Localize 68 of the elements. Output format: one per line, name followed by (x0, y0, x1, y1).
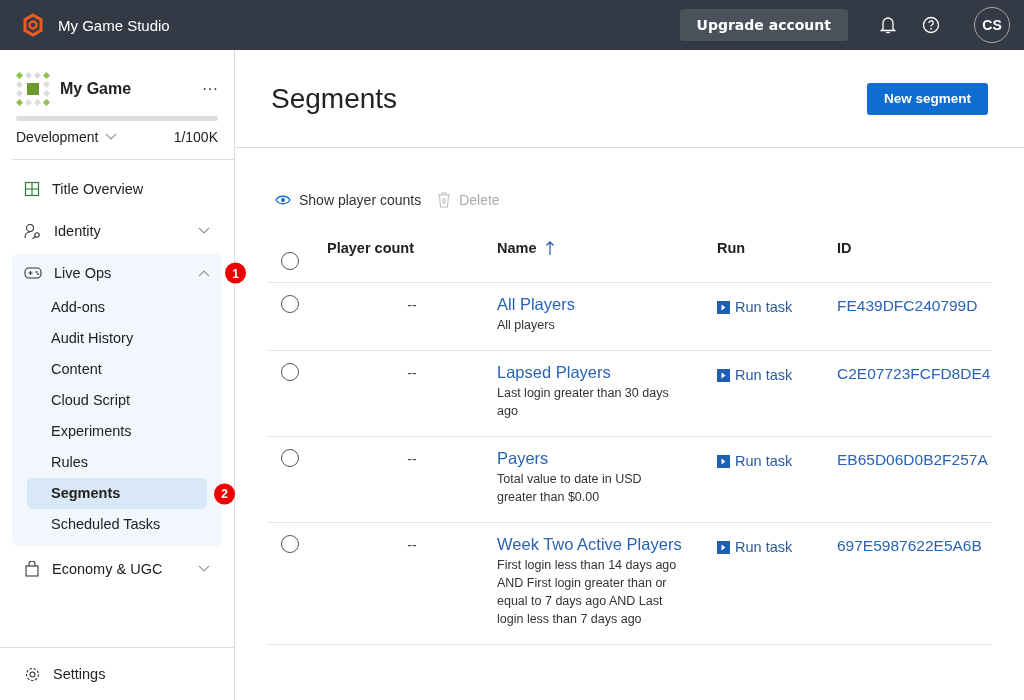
trash-icon (437, 192, 452, 208)
page-title: Segments (271, 82, 398, 115)
chevron-down-icon (198, 565, 210, 573)
nav-subitem[interactable]: Scheduled Tasks (27, 509, 207, 540)
sort-up-arrow-icon[interactable] (544, 240, 555, 256)
column-header[interactable]: Name (497, 240, 555, 256)
settings-label: Settings (53, 666, 106, 682)
grid-icon (24, 181, 40, 197)
run-task-button[interactable]: Run task (717, 299, 793, 315)
marker-badge: 2 (214, 483, 235, 504)
more-button[interactable]: ··· (202, 80, 218, 98)
nav-subitem[interactable]: Audit History (27, 323, 207, 354)
settings-item[interactable]: Settings (0, 647, 234, 700)
nav-item[interactable]: Economy & UGC (12, 550, 222, 588)
gear-icon (24, 665, 41, 683)
new-segment-button[interactable]: New segment (866, 82, 988, 115)
segment-description: Last login greater than 30 days ago (497, 385, 670, 420)
environment-dropdown[interactable]: Development (16, 129, 174, 145)
segment-description: All players (497, 317, 556, 334)
nav-subitem[interactable]: Rules (27, 447, 207, 478)
segment-description: Total value to date in USD greater than $0.00 (497, 471, 643, 506)
run-task-button[interactable]: Run task (717, 367, 793, 383)
studio-name: My Game Studio (58, 16, 171, 34)
hexagon-logo-icon (22, 13, 44, 37)
person-key-icon (24, 223, 42, 239)
upgrade-account-button[interactable]: Upgrade account (679, 9, 848, 41)
marker-badge: 1 (225, 262, 246, 284)
game-name: My Game (60, 80, 133, 98)
usage-count: 1/100K (173, 129, 218, 145)
player-count-cell: -- (407, 365, 417, 381)
nav-item[interactable]: Live Ops (12, 254, 222, 292)
segment-name-link[interactable]: Payers (497, 449, 717, 468)
game-logo-icon (16, 72, 50, 106)
play-icon (717, 300, 730, 314)
nav-item[interactable]: Identity (12, 212, 222, 250)
nav-subitem[interactable]: Experiments (27, 416, 207, 447)
nav-subitem[interactable]: Cloud Script (27, 385, 207, 416)
play-icon (717, 540, 730, 554)
toolbar-button[interactable]: Show player counts (275, 192, 422, 208)
chevron-up-icon (198, 269, 210, 277)
chevron-down-icon (104, 133, 117, 141)
bell-icon[interactable] (880, 16, 896, 34)
column-header[interactable]: ID (837, 240, 852, 256)
gamepad-icon (24, 266, 42, 280)
run-task-button[interactable]: Run task (717, 453, 793, 469)
segment-description: First login less than 14 days ago AND First login greater than or equal to 7 days ago AND Last login less than 7 days ago (497, 557, 678, 628)
player-count-cell: -- (407, 451, 417, 467)
nav-item[interactable]: Title Overview (12, 170, 222, 208)
bag-icon (24, 561, 40, 577)
segment-id-link[interactable]: 697E5987622E5A6B (837, 537, 992, 555)
segment-name-link[interactable]: Lapsed Players (497, 363, 717, 382)
play-icon (717, 454, 730, 468)
nav-subitem[interactable]: Add-ons (27, 292, 207, 323)
nav-subitem[interactable]: Content (27, 354, 207, 385)
run-task-button[interactable]: Run task (717, 539, 793, 555)
column-header[interactable]: Player count (327, 240, 415, 256)
chevron-down-icon (198, 227, 210, 235)
player-count-cell: -- (407, 297, 417, 313)
segment-name-link[interactable]: Week Two Active Players (497, 535, 717, 554)
segment-name-link[interactable]: All Players (497, 295, 717, 314)
help-icon[interactable] (922, 16, 940, 34)
player-count-cell: -- (407, 537, 417, 553)
segment-id-link[interactable]: FE439DFC240799D (837, 297, 992, 315)
column-header[interactable]: Run (717, 240, 746, 256)
segment-id-link[interactable]: EB65D06D0B2F257A (837, 451, 992, 469)
segment-id-link[interactable]: C2E07723FCFD8DE4 (837, 365, 992, 383)
eye-icon (275, 195, 291, 205)
play-icon (717, 368, 730, 382)
